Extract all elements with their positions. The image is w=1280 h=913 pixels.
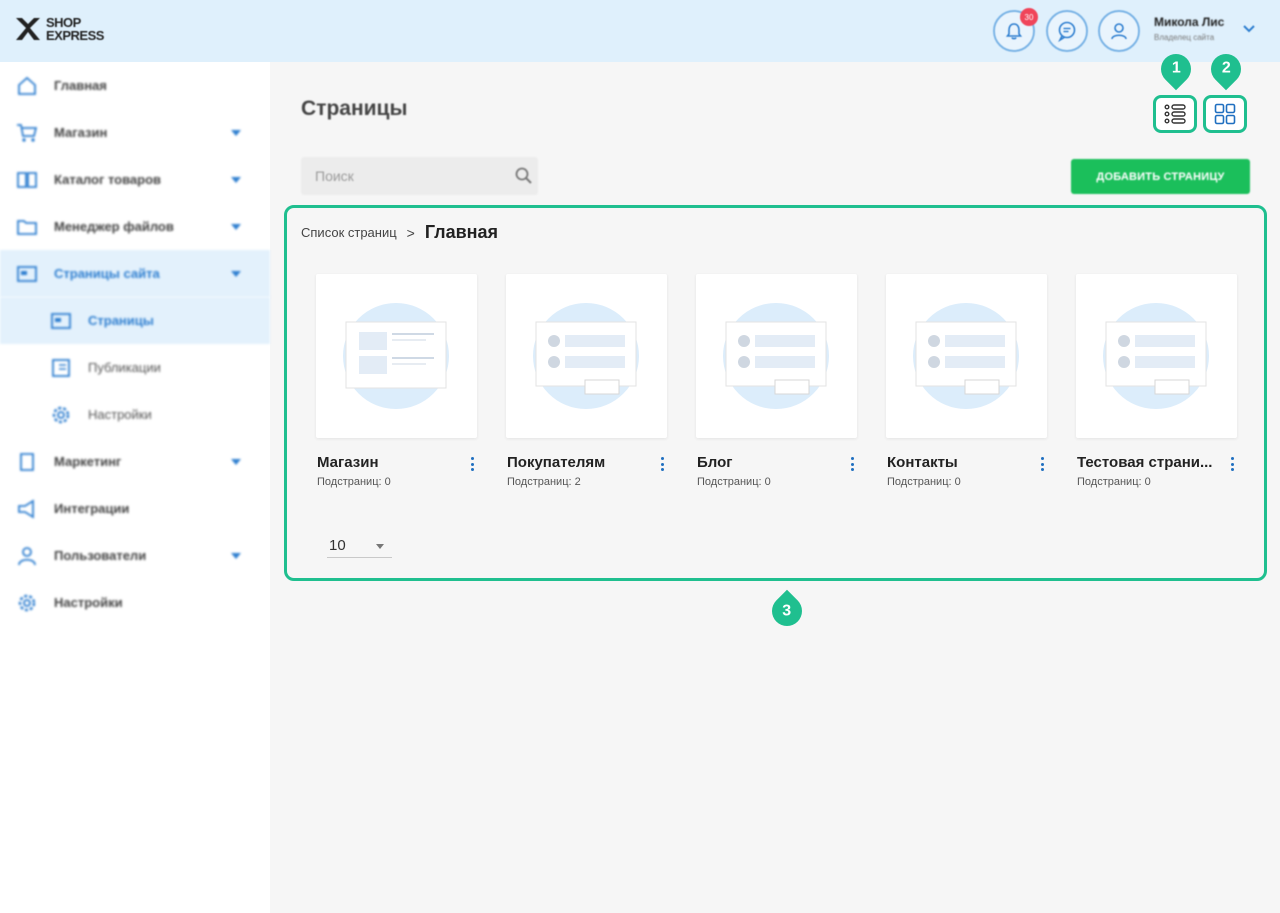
search-placeholder: Поиск (315, 168, 354, 184)
sidebar-item-page-settings[interactable]: Настройки (0, 391, 270, 438)
page-card-thumbnail[interactable] (506, 274, 667, 438)
page-size-select[interactable]: 10 (327, 534, 392, 558)
sidebar-item-shop[interactable]: Магазин (0, 109, 270, 156)
sidebar-item-label: Главная (54, 78, 107, 93)
page-card-subpages: Подстраниц: 2 (507, 476, 581, 488)
logo-line2: EXPRESS (46, 28, 104, 43)
marketing-icon (20, 453, 34, 471)
search-input[interactable]: Поиск (301, 157, 538, 195)
search-icon[interactable] (514, 166, 534, 186)
caret-down-icon (231, 459, 241, 465)
cart-icon (17, 124, 38, 142)
page-card-name[interactable]: Блог (697, 454, 837, 471)
sidebar-item-label: Настройки (54, 595, 123, 610)
sidebar-item-label: Пользователи (54, 548, 147, 563)
sidebar-item-label: Менеджер файлов (54, 219, 174, 234)
page-card-menu-button[interactable] (468, 457, 476, 477)
users-icon (18, 547, 36, 566)
page-card-subpages: Подстраниц: 0 (887, 476, 961, 488)
messages-button[interactable] (1046, 10, 1088, 52)
gear-icon (52, 406, 70, 424)
page-card-thumbnail[interactable] (886, 274, 1047, 438)
sidebar-item-label: Настройки (88, 407, 152, 422)
sidebar-item-label: Каталог товаров (54, 172, 162, 187)
folder-icon (17, 220, 37, 235)
publications-icon (52, 359, 70, 377)
sidebar-item-label: Интеграции (54, 501, 130, 516)
page-card-subpages: Подстраниц: 0 (1077, 476, 1151, 488)
page-card-thumbnail[interactable] (316, 274, 477, 438)
sidebar-item-settings[interactable]: Настройки (0, 579, 270, 626)
logo-mark-icon (16, 18, 40, 40)
home-icon (18, 76, 36, 95)
user-role: Владелец сайта (1154, 33, 1215, 42)
page-preview-image (913, 303, 1019, 409)
grid-view-button[interactable] (1203, 95, 1247, 133)
user-name[interactable]: Микола Лис (1154, 15, 1224, 29)
pages-panel: Список страниц > Главная Магазин Подстра… (284, 205, 1267, 581)
page-preview-image (1103, 303, 1209, 409)
list-view-button[interactable] (1153, 95, 1197, 133)
sidebar-item-marketing[interactable]: Маркетинг (0, 438, 270, 485)
breadcrumb-separator: > (406, 224, 415, 241)
page-preview-image (533, 303, 639, 409)
page-card-subpages: Подстраниц: 0 (317, 476, 391, 488)
list-view-icon (1164, 104, 1186, 124)
caret-down-icon (231, 224, 241, 230)
sidebar-item-publications[interactable]: Публикации (0, 344, 270, 391)
page-card-name[interactable]: Магазин (317, 454, 457, 471)
breadcrumb-current: Главная (424, 222, 499, 242)
catalog-icon (17, 172, 37, 188)
sidebar-item-label: Магазин (54, 125, 108, 140)
page-preview-image (343, 303, 449, 409)
sidebar: Главная Магазин Каталог товаров Менеджер… (0, 62, 270, 913)
megaphone-icon (18, 499, 34, 519)
breadcrumb: Список страниц > Главная (301, 222, 498, 243)
caret-down-icon (231, 271, 241, 277)
page-card-thumbnail[interactable] (1076, 274, 1237, 438)
page-card-menu-button[interactable] (848, 457, 856, 477)
page-card-name[interactable]: Контакты (887, 454, 1027, 471)
grid-view-icon (1214, 103, 1236, 125)
chat-icon (1058, 21, 1076, 42)
gear-icon (18, 594, 36, 612)
sidebar-item-label: Страницы сайта (54, 266, 160, 281)
top-header: SHOP EXPRESS 30 Микола Лис Владелец сайт… (0, 0, 1280, 62)
sidebar-item-catalog[interactable]: Каталог товаров (0, 156, 270, 203)
sidebar-item-files[interactable]: Менеджер файлов (0, 203, 270, 250)
page-size-value: 10 (329, 537, 346, 554)
page-card-thumbnail[interactable] (696, 274, 857, 438)
page-card-name[interactable]: Покупателям (507, 454, 647, 471)
page-card-menu-button[interactable] (1228, 457, 1236, 477)
caret-down-icon (231, 130, 241, 136)
sidebar-item-users[interactable]: Пользователи (0, 532, 270, 579)
bell-icon (1005, 23, 1023, 40)
caret-down-icon (376, 544, 384, 549)
add-page-button[interactable]: ДОБАВИТЬ СТРАНИЦУ (1071, 159, 1250, 194)
notifications-count-badge: 30 (1020, 8, 1038, 26)
sidebar-item-label: Маркетинг (54, 454, 122, 469)
sidebar-item-home[interactable]: Главная (0, 62, 270, 109)
pages-icon (17, 266, 37, 282)
user-icon (1111, 23, 1127, 40)
page-title: Страницы (301, 97, 408, 120)
caret-down-icon (231, 553, 241, 559)
sidebar-item-label: Публикации (88, 360, 161, 375)
sidebar-item-pages[interactable]: Страницы (0, 297, 270, 344)
chevron-down-icon[interactable] (1243, 24, 1255, 34)
page-card-subpages: Подстраниц: 0 (697, 476, 771, 488)
page-card-name[interactable]: Тестовая страни... (1077, 454, 1217, 471)
caret-down-icon (231, 177, 241, 183)
annotation-marker-3: 3 (765, 589, 809, 633)
breadcrumb-root-link[interactable]: Список страниц (301, 225, 397, 240)
page-card-menu-button[interactable] (658, 457, 666, 477)
page-icon (51, 313, 71, 329)
sidebar-item-label: Страницы (88, 313, 154, 328)
profile-button[interactable] (1098, 10, 1140, 52)
logo[interactable]: SHOP EXPRESS (14, 14, 104, 44)
page-preview-image (723, 303, 829, 409)
sidebar-item-integrations[interactable]: Интеграции (0, 485, 270, 532)
sidebar-item-site-pages[interactable]: Страницы сайта (0, 250, 270, 297)
page-card-menu-button[interactable] (1038, 457, 1046, 477)
